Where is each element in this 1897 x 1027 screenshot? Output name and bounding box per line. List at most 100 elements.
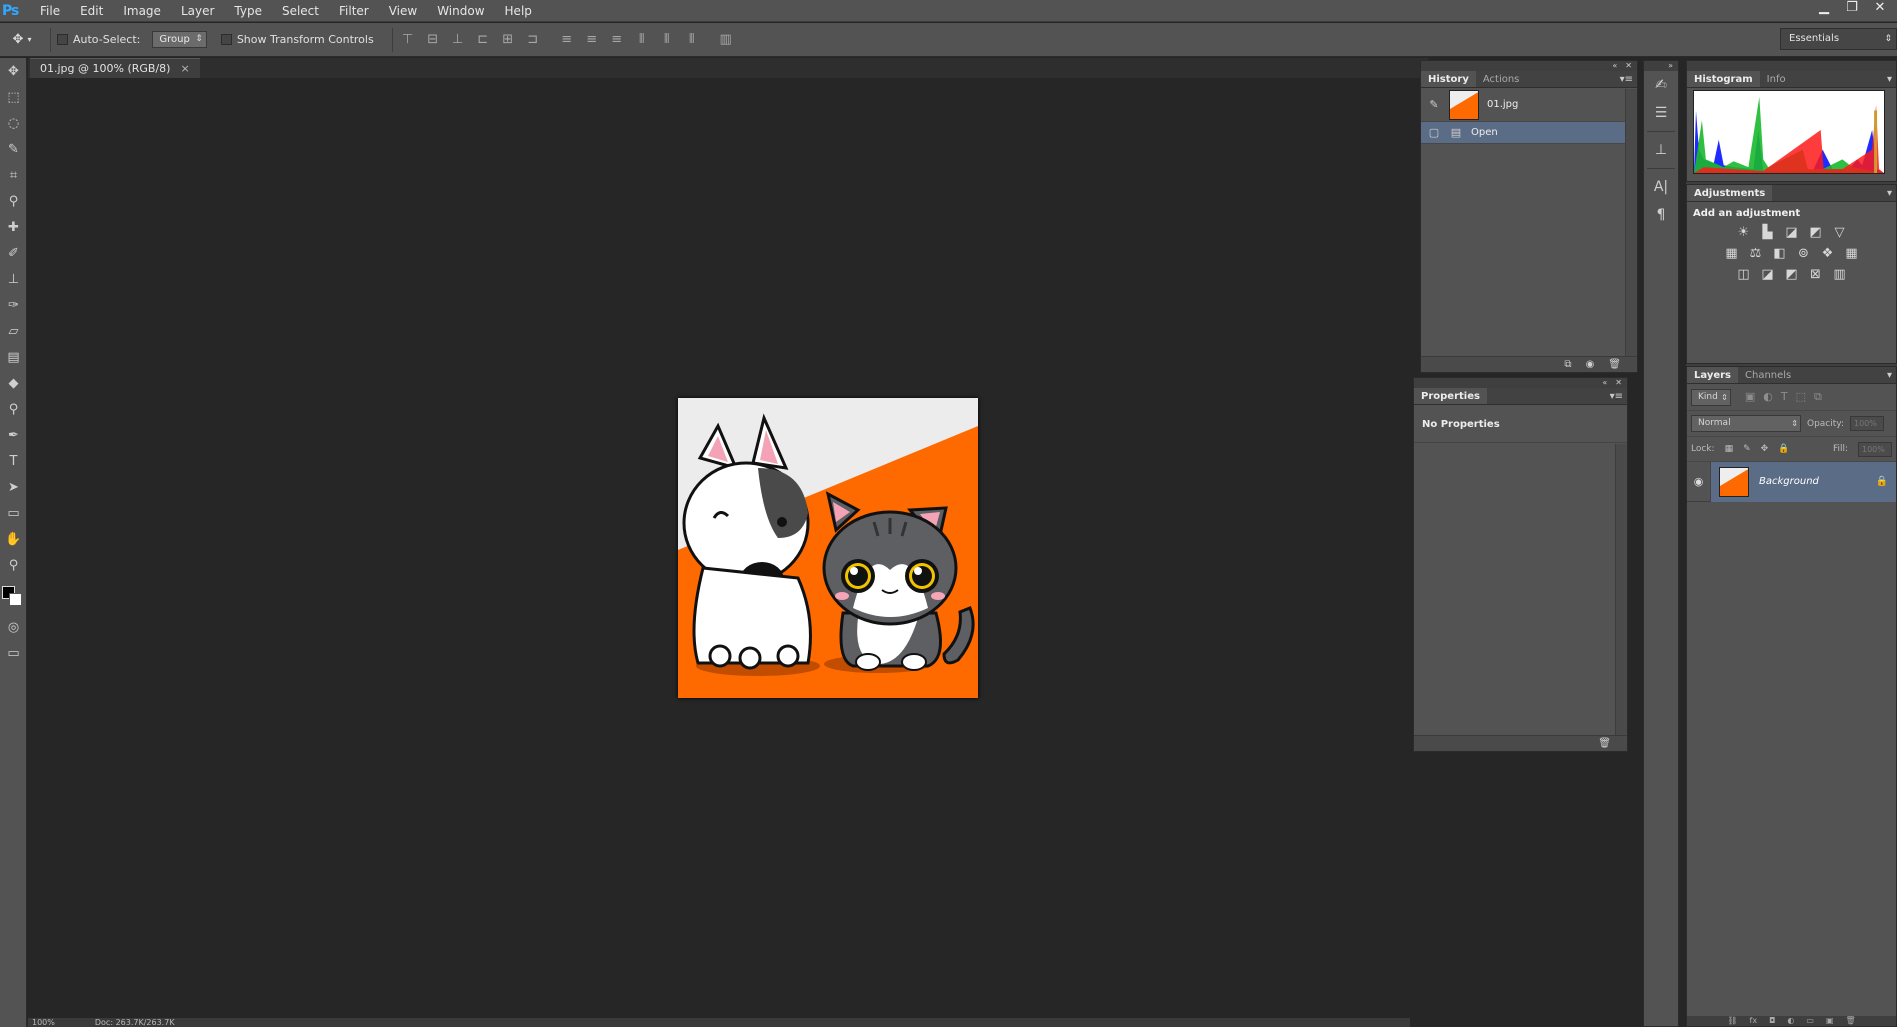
menu-edit[interactable]: Edit [70,0,113,22]
restore-button[interactable]: ❐ [1839,0,1865,18]
align-vcenter-icon[interactable]: ⊟ [424,32,442,47]
brush-settings-icon[interactable]: ☰ [1644,99,1678,127]
trash-icon[interactable]: 🗑 [1846,1016,1856,1026]
menu-file[interactable]: File [30,0,70,22]
adjustment-filter-icon[interactable]: ◐ [1763,390,1773,404]
channel-mixer-icon[interactable]: ❖ [1820,246,1836,261]
distribute-hcenter-icon[interactable]: ⫴ [658,32,676,47]
close-panel-icon[interactable]: ✕ [1625,61,1632,71]
close-panel-icon[interactable]: ✕ [1615,378,1622,388]
dodge-tool-icon[interactable]: ⚲ [0,396,27,422]
vibrance-icon[interactable]: ▽ [1832,225,1848,240]
distribute-left-icon[interactable]: ⫴ [633,32,651,47]
hue-saturation-icon[interactable]: ▦ [1724,246,1740,261]
quick-select-tool-icon[interactable]: ✎ [0,136,27,162]
lock-transparent-icon[interactable]: ▦ [1725,444,1734,454]
visibility-eye-icon[interactable]: ◉ [1687,461,1711,502]
photo-filter-icon[interactable]: ⊚ [1796,246,1812,261]
tab-adjustments[interactable]: Adjustments [1687,185,1773,201]
menu-type[interactable]: Type [224,0,272,22]
tab-actions[interactable]: Actions [1476,71,1527,87]
tab-channels[interactable]: Channels [1738,367,1798,383]
blend-mode-dropdown[interactable]: Normal [1691,415,1801,432]
layer-row[interactable]: ◉ Background 🔒 [1687,461,1896,502]
threshold-icon[interactable]: ◩ [1784,267,1800,282]
align-right-icon[interactable]: ⊐ [524,32,542,47]
document-info[interactable]: Doc: 263.7K/263.7K [95,1018,175,1027]
tab-info[interactable]: Info [1760,71,1793,87]
document-tab[interactable]: 01.jpg @ 100% (RGB/8) × [30,58,200,78]
distribute-vcenter-icon[interactable]: ≡ [583,32,601,47]
menu-select[interactable]: Select [272,0,329,22]
eraser-tool-icon[interactable]: ▱ [0,318,27,344]
align-left-icon[interactable]: ⊏ [474,32,492,47]
trash-icon[interactable]: 🗑 [1608,357,1621,372]
panel-menu-icon[interactable]: ▾ [1887,185,1892,202]
distribute-right-icon[interactable]: ⫴ [683,32,701,47]
new-adjustment-icon[interactable]: ◐ [1787,1016,1794,1026]
type-tool-icon[interactable]: T [0,448,27,474]
collapse-panel-icon[interactable]: « [1602,378,1607,388]
character-panel-icon[interactable]: A| [1644,173,1678,201]
history-scrollbar[interactable] [1625,89,1637,356]
link-layers-icon[interactable]: ⛓ [1727,1016,1737,1026]
align-bottom-icon[interactable]: ⊥ [449,32,467,47]
new-layer-icon[interactable]: ▣ [1826,1016,1834,1026]
selective-color-icon[interactable]: ⊠ [1808,267,1824,282]
checkbox-box[interactable] [220,34,232,45]
align-top-icon[interactable]: ⊤ [399,32,417,47]
brush-presets-icon[interactable]: ✍ [1644,71,1678,99]
panel-menu-icon[interactable]: ▾≡ [1620,71,1633,88]
fill-input[interactable]: 100% [1858,441,1892,457]
filter-kind-dropdown[interactable]: Kind [1691,388,1731,406]
tab-history[interactable]: History [1421,71,1476,87]
curves-icon[interactable]: ◪ [1784,225,1800,240]
color-lookup-icon[interactable]: ▦ [1844,246,1860,261]
workspace-switcher[interactable]: Essentials [1780,28,1897,50]
background-color-swatch[interactable] [9,593,22,606]
history-brush-source-icon[interactable]: ✎ [1427,98,1441,111]
color-balance-icon[interactable]: ⚖ [1748,246,1764,261]
align-hcenter-icon[interactable]: ⊞ [499,32,517,47]
history-step[interactable]: ▢ ▤ Open [1421,122,1637,144]
exposure-icon[interactable]: ◩ [1808,225,1824,240]
blur-tool-icon[interactable]: ◆ [0,370,27,396]
marquee-tool-icon[interactable]: ⬚ [0,84,27,110]
levels-icon[interactable]: ▙ [1760,225,1776,240]
smart-object-filter-icon[interactable]: ⧉ [1814,390,1822,404]
panel-menu-icon[interactable]: ▾≡ [1610,388,1623,405]
gradient-map-icon[interactable]: ▥ [1832,267,1848,282]
move-tool-icon[interactable]: ✥ [0,58,27,84]
new-group-icon[interactable]: ▭ [1806,1016,1814,1026]
camera-snapshot-icon[interactable]: ◉ [1586,357,1595,372]
lasso-tool-icon[interactable]: ◌ [0,110,27,136]
invert-icon[interactable]: ◫ [1736,267,1752,282]
add-mask-icon[interactable]: ◘ [1769,1016,1775,1026]
checkbox-box[interactable] [57,34,68,45]
screen-mode-icon[interactable]: ▭ [0,640,27,666]
auto-select-checkbox[interactable]: Auto-Select: [57,33,140,46]
step-checkbox[interactable]: ▢ [1427,126,1441,139]
properties-scrollbar[interactable] [1615,444,1627,735]
pixel-filter-icon[interactable]: ▣ [1745,390,1755,404]
brightness-contrast-icon[interactable]: ☀ [1736,225,1752,240]
fx-icon[interactable]: fx [1750,1016,1758,1026]
shape-filter-icon[interactable]: ⬚ [1796,390,1806,404]
layer-item[interactable]: Background 🔒 [1711,461,1896,502]
document-image[interactable] [678,398,978,698]
close-tab-icon[interactable]: × [180,59,189,78]
lock-image-icon[interactable]: ✎ [1743,444,1751,454]
opacity-input[interactable]: 100% [1850,416,1884,431]
menu-layer[interactable]: Layer [171,0,224,22]
color-swatches[interactable] [0,578,27,614]
posterize-icon[interactable]: ◪ [1760,267,1776,282]
hand-tool-icon[interactable]: ✋ [0,526,27,552]
path-select-tool-icon[interactable]: ➤ [0,474,27,500]
crop-tool-icon[interactable]: ⌗ [0,162,27,188]
eyedropper-tool-icon[interactable]: ⚲ [0,188,27,214]
menu-window[interactable]: Window [427,0,494,22]
tab-properties[interactable]: Properties [1414,388,1487,404]
minimize-button[interactable]: ▁ [1811,0,1837,18]
clone-stamp-tool-icon[interactable]: ⊥ [0,266,27,292]
close-window-button[interactable]: ✕ [1867,0,1893,18]
